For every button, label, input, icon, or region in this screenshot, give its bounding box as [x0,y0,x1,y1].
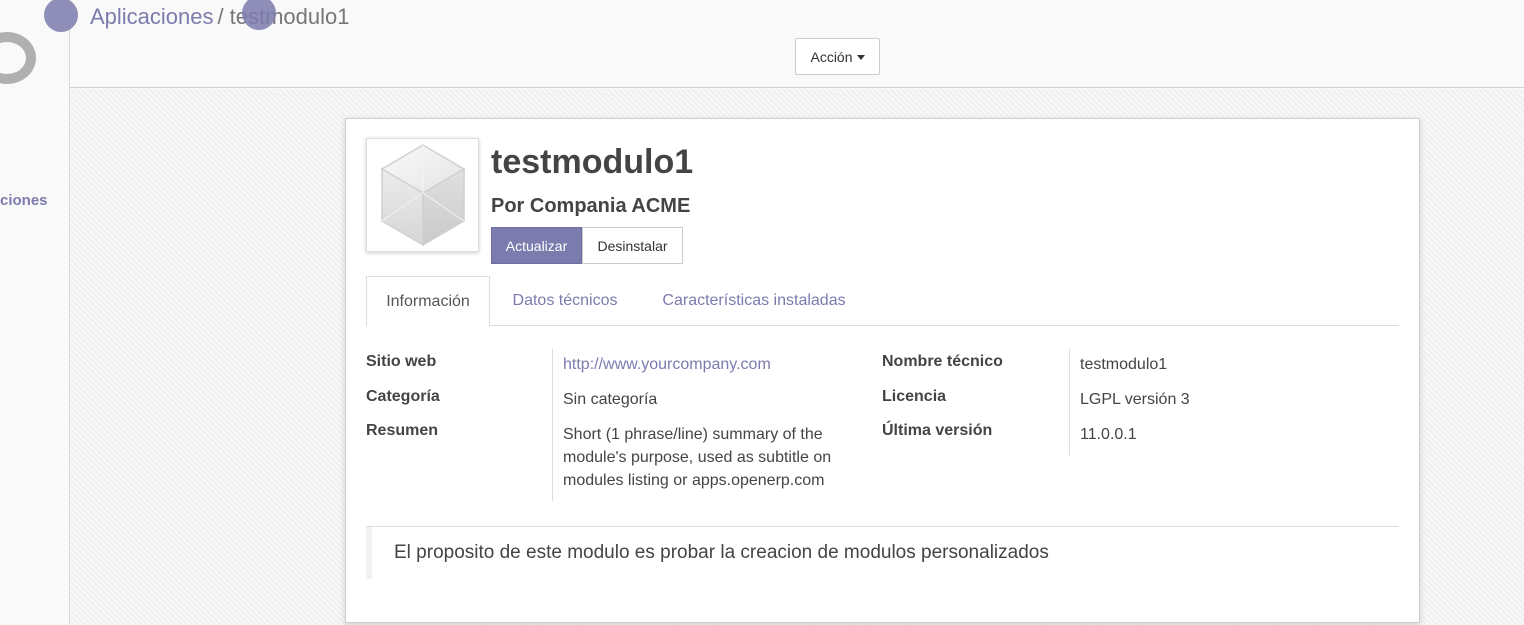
notebook-tabs: Información Datos técnicos Característic… [366,276,1399,327]
latest-version-value: 11.0.0.1 [1080,426,1137,443]
module-title: testmodulo1 [491,143,694,181]
module-description: El proposito de este modulo es probar la… [394,542,1049,563]
tab-datos-tecnicos[interactable]: Datos técnicos [496,276,634,326]
action-button-label: Acción [810,48,853,65]
app-sidebar: ciones [0,0,70,625]
breadcrumb-separator: / [217,4,224,29]
category-value: Sin categoría [563,391,658,408]
sidebar-menu-item[interactable]: ciones [0,192,48,209]
overlay-dot-icon [44,0,78,32]
form-view: testmodulo1 Por Compania ACME Actualizar… [70,89,1524,625]
uninstall-button[interactable]: Desinstalar [582,227,683,264]
latest-version-label: Última versión [882,422,993,439]
summary-label: Resumen [366,422,439,439]
category-label: Categoría [366,388,440,405]
tab-informacion[interactable]: Información [366,276,490,327]
website-link[interactable]: http://www.yourcompany.com [563,353,771,376]
update-button[interactable]: Actualizar [491,227,582,264]
technical-name-value: testmodulo1 [1080,356,1168,373]
breadcrumb: Aplicaciones / testmodulo1 [90,4,350,30]
app-logo-icon [0,32,36,84]
caret-down-icon [856,55,865,60]
technical-name-label: Nombre técnico [882,353,1003,370]
module-author: Por Compania ACME [491,195,691,217]
summary-value: Short (1 phrase/line) summary of the mod… [563,426,832,489]
form-sheet: testmodulo1 Por Compania ACME Actualizar… [345,118,1420,623]
module-image [366,138,479,252]
column-divider [1069,349,1070,455]
description-separator [366,526,1399,527]
breadcrumb-parent[interactable]: Aplicaciones [90,4,214,29]
column-divider [552,349,553,501]
cube-icon [380,144,465,247]
control-panel: Aplicaciones / testmodulo1 Acción [44,0,1524,88]
description-quote-bar [366,527,372,579]
license-value: LGPL versión 3 [1080,391,1190,408]
website-label: Sitio web [366,353,437,370]
action-dropdown-button[interactable]: Acción [795,38,880,75]
tab-caracteristicas-instaladas[interactable]: Características instaladas [644,276,864,326]
license-label: Licencia [882,388,947,405]
